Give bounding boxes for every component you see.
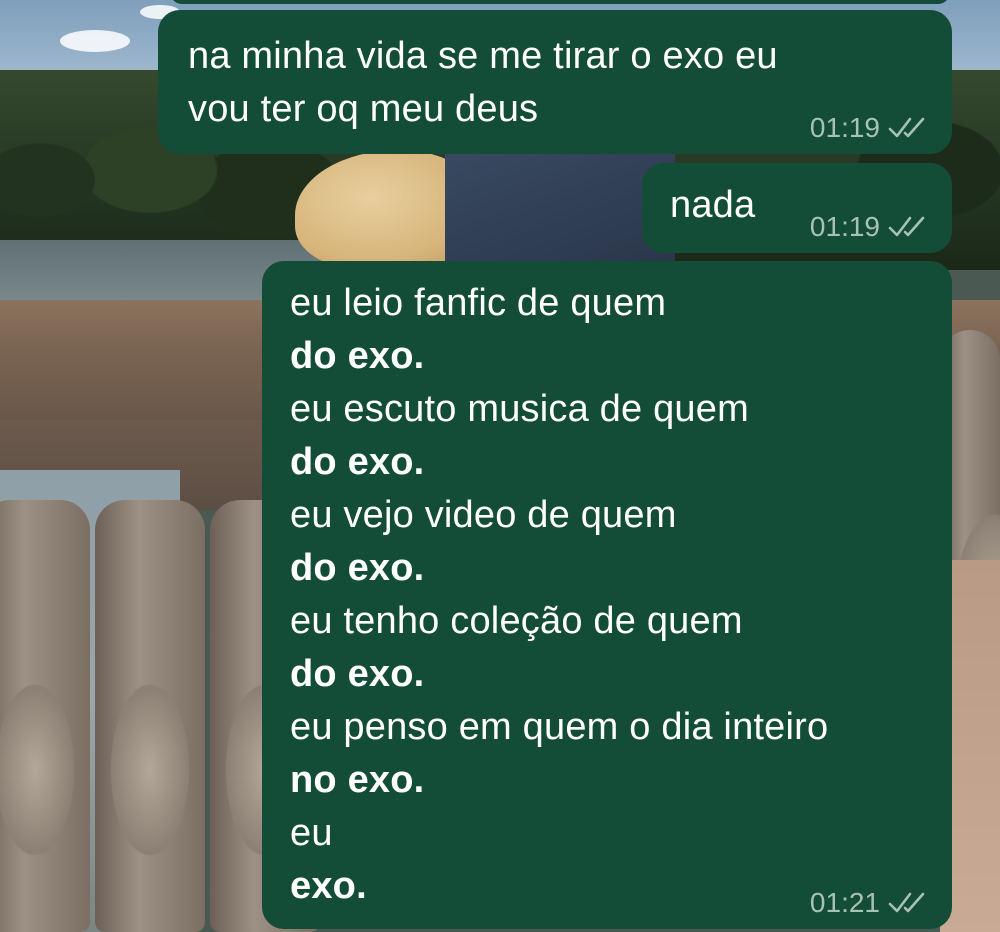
message-line: eu [290, 812, 333, 854]
message-line: eu tenho coleção de quem [290, 600, 743, 642]
message-line: do exo. [290, 653, 425, 695]
message-line: do exo. [290, 547, 425, 589]
outgoing-message-bubble[interactable]: nada 01:19 [642, 163, 952, 253]
outgoing-message-bubble[interactable]: na minha vida se me tirar o exo eu vou t… [158, 10, 952, 154]
message-time: 01:19 [809, 211, 880, 242]
message-line: vou ter oq meu deus [188, 88, 539, 130]
message-text: na minha vida se me tirar o exo eu vou t… [188, 30, 778, 136]
message-line: eu leio fanfic de quem [290, 282, 667, 324]
message-line: do exo. [290, 441, 425, 483]
conversation: na minha vida se me tirar o exo eu vou t… [0, 0, 1000, 932]
outgoing-message-bubble[interactable]: eu leio fanfic de quem do exo. eu escuto… [262, 261, 952, 929]
message-line: nada [670, 184, 756, 226]
message-meta: 01:19 [810, 211, 928, 243]
message-text: nada [670, 179, 755, 232]
message-line: na minha vida se me tirar o exo eu [188, 35, 778, 77]
message-meta: 01:19 [810, 112, 928, 144]
double-check-icon [888, 892, 925, 913]
double-check-icon [888, 117, 925, 138]
message-line: exo. [290, 865, 367, 907]
message-line: eu vejo video de quem [290, 494, 677, 536]
previous-message-bubble[interactable] [170, 0, 950, 4]
message-time: 01:19 [809, 112, 880, 143]
chat-screen: na minha vida se me tirar o exo eu vou t… [0, 0, 1000, 932]
message-meta: 01:21 [810, 887, 928, 919]
double-check-icon [888, 216, 925, 237]
message-line: eu escuto musica de quem [290, 388, 749, 430]
message-time: 01:21 [809, 887, 880, 918]
message-line: eu penso em quem o dia inteiro [290, 706, 829, 748]
message-text: eu leio fanfic de quem do exo. eu escuto… [290, 277, 828, 913]
message-line: no exo. [290, 759, 425, 801]
message-line: do exo. [290, 335, 425, 377]
